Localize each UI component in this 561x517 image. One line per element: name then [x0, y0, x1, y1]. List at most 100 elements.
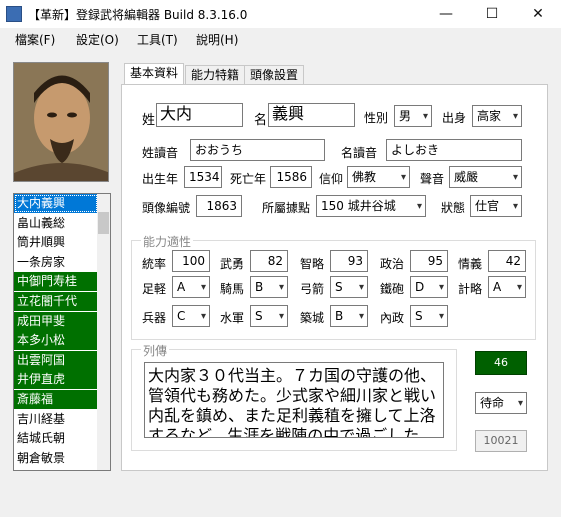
aptitude-value: S [335, 280, 343, 294]
aptitude-label: 兵器 [142, 311, 167, 325]
aptitude-select[interactable]: A ▾ [172, 276, 210, 298]
aptitude-select[interactable]: S ▾ [250, 305, 288, 327]
mode-value: 待命 [480, 396, 505, 410]
list-scroll-thumb[interactable] [98, 212, 109, 234]
list-item[interactable]: 井伊直虎 [14, 370, 98, 390]
death-year-field[interactable]: 1586 [270, 166, 312, 188]
aptitude-label: 築城 [300, 311, 325, 325]
stat-label: 情義 [458, 257, 483, 271]
aptitude-label: 水軍 [220, 311, 245, 325]
menu-tools[interactable]: 工具(T) [137, 31, 178, 48]
aptitude-value: A [493, 280, 502, 294]
voice-value: 威嚴 [454, 170, 479, 184]
stat-field[interactable]: 100 [172, 250, 210, 272]
location-value: 150 城井谷城 [321, 199, 396, 213]
list-item[interactable]: 成田甲斐 [14, 311, 98, 331]
given-reading-label: 名讀音 [341, 146, 378, 160]
officer-id-box: 10021 [475, 430, 527, 452]
officer-portrait [13, 62, 109, 182]
stat-field[interactable]: 42 [488, 250, 526, 272]
list-item[interactable]: 吉川経基 [14, 410, 98, 429]
origin-label: 出身 [442, 111, 467, 125]
list-item[interactable]: 筒井順興 [14, 233, 98, 252]
aptitude-value: A [177, 280, 186, 294]
aptitude-select[interactable]: A ▾ [488, 276, 526, 298]
portrait-number-label: 頭像編號 [142, 201, 191, 215]
app-icon [6, 6, 22, 22]
list-scrollbar[interactable] [97, 194, 110, 470]
list-item[interactable]: 畠山義総 [14, 214, 98, 233]
list-item[interactable]: 中御門寿桂 [14, 272, 98, 292]
aptitude-label: 足軽 [142, 282, 167, 296]
maximize-button[interactable]: ☐ [469, 0, 515, 28]
stat-field[interactable]: 93 [330, 250, 368, 272]
list-item[interactable]: 出雲阿国 [14, 350, 98, 370]
given-reading-field[interactable]: よしおき [386, 139, 522, 161]
faith-label: 信仰 [319, 172, 344, 186]
chevron-down-icon: ▾ [422, 111, 428, 122]
list-item[interactable]: 一条房家 [14, 253, 98, 272]
voice-select[interactable]: 威嚴 ▾ [449, 166, 522, 188]
death-year-label: 死亡年 [230, 172, 267, 186]
portrait-number-field[interactable]: 1863 [196, 195, 242, 217]
gender-value: 男 [399, 109, 412, 123]
stat-field[interactable]: 95 [410, 250, 448, 272]
aptitude-value: S [255, 309, 263, 323]
aptitude-label: 弓箭 [300, 282, 325, 296]
tab-abilities[interactable]: 能力特籍 [185, 65, 246, 85]
surname-reading-field[interactable]: おおうち [190, 139, 325, 161]
aptitude-select[interactable]: S ▾ [410, 305, 448, 327]
location-select[interactable]: 150 城井谷城 ▾ [316, 195, 426, 217]
aptitude-select[interactable]: B ▾ [250, 276, 288, 298]
stat-label: 智略 [300, 257, 325, 271]
origin-value: 高家 [477, 109, 502, 123]
surname-label: 姓 [142, 113, 156, 128]
status-select[interactable]: 仕官 ▾ [470, 195, 522, 217]
faith-select[interactable]: 佛教 ▾ [347, 166, 410, 188]
surname-field[interactable]: 大内 [156, 103, 243, 127]
chevron-down-icon: ▾ [200, 311, 206, 322]
menu-help[interactable]: 說明(H) [196, 31, 238, 48]
chevron-down-icon: ▾ [278, 282, 284, 293]
surname-reading-label: 姓讀音 [142, 146, 179, 160]
faith-value: 佛教 [352, 170, 377, 184]
chevron-down-icon: ▾ [358, 282, 364, 293]
list-item[interactable]: 大内義興 [14, 194, 98, 213]
aptitude-select[interactable]: D ▾ [410, 276, 448, 298]
tab-portrait[interactable]: 頭像設置 [244, 65, 305, 85]
list-item[interactable]: 立花闇千代 [14, 292, 98, 311]
chevron-down-icon: ▾ [358, 311, 364, 322]
birth-year-field[interactable]: 1534 [184, 166, 222, 188]
list-item[interactable]: 斎藤福 [14, 390, 98, 409]
menu-settings[interactable]: 設定(O) [76, 31, 119, 48]
mode-select[interactable]: 待命 ▾ [475, 392, 527, 414]
location-label: 所屬據點 [262, 201, 311, 215]
portrait-image [14, 63, 108, 181]
bio-textarea[interactable]: 大内家３０代当主。７カ国の守護の他、管領代も務めた。少式家や細川家と戦い内乱を鎮… [144, 362, 444, 438]
chevron-down-icon: ▾ [438, 282, 444, 293]
minimize-button[interactable]: — [423, 0, 469, 28]
stat-field[interactable]: 82 [250, 250, 288, 272]
aptitude-label: 鐵砲 [380, 282, 405, 296]
aptitude-value: C [177, 309, 186, 323]
origin-select[interactable]: 高家 ▾ [472, 105, 522, 127]
gender-select[interactable]: 男 ▾ [394, 105, 432, 127]
chevron-down-icon: ▾ [438, 311, 444, 322]
chevron-down-icon: ▾ [200, 282, 206, 293]
aptitude-label: 計略 [458, 282, 483, 296]
tab-basic[interactable]: 基本資料 [124, 63, 185, 85]
list-item[interactable]: 結城氏朝 [14, 429, 98, 448]
aptitude-select[interactable]: B ▾ [330, 305, 368, 327]
aptitude-select[interactable]: S ▾ [330, 276, 368, 298]
given-name-field[interactable]: 義興 [268, 103, 355, 127]
gender-label: 性別 [364, 111, 389, 125]
stat-label: 政治 [380, 257, 405, 271]
aptitude-select[interactable]: C ▾ [172, 305, 210, 327]
chevron-down-icon: ▾ [512, 172, 518, 183]
list-item[interactable]: 本多小松 [14, 331, 98, 351]
list-item[interactable]: 朝倉敏景 [14, 449, 98, 468]
chevron-down-icon: ▾ [516, 282, 522, 293]
chevron-down-icon: ▾ [512, 201, 518, 212]
menu-file[interactable]: 檔案(F) [15, 31, 55, 48]
close-button[interactable]: ✕ [515, 0, 561, 28]
